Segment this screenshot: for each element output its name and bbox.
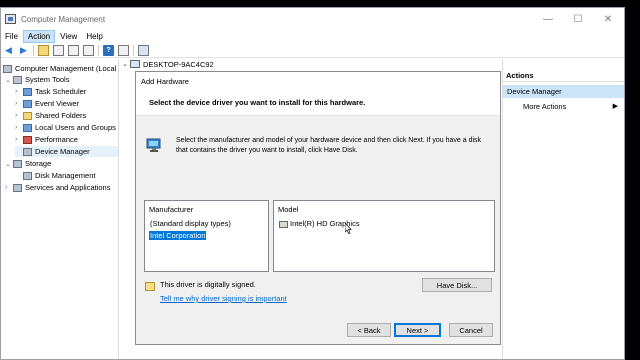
manufacturer-list[interactable]: Manufacturer (Standard display types) In… (144, 200, 269, 272)
menu-action[interactable]: Action (22, 29, 56, 43)
toolbar-separator (33, 45, 34, 56)
help-icon[interactable]: ? (103, 45, 114, 56)
actions-device-manager[interactable]: Device Manager (503, 85, 624, 98)
computer-icon (130, 60, 140, 68)
chevron-right-icon[interactable]: › (15, 136, 23, 143)
show-hide-tree-icon[interactable] (68, 45, 79, 56)
computer-management-icon (5, 14, 16, 24)
device-tree-root[interactable]: ⌄ DESKTOP-9AC4C92 (120, 59, 502, 69)
chevron-down-icon[interactable]: ⌄ (5, 160, 13, 168)
tree-item-computer-management[interactable]: Computer Management (Local (3, 63, 116, 74)
back-arrow-icon[interactable]: ◀ (3, 45, 14, 56)
add-hardware-dialog: Add Hardware Select the device driver yo… (135, 71, 501, 345)
disk-management-icon (23, 171, 32, 180)
submenu-arrow-icon: ▶ (612, 103, 618, 110)
console-tree: Computer Management (Local ⌄ System Tool… (1, 59, 119, 359)
properties-icon[interactable] (53, 45, 64, 56)
tree-item-device-manager[interactable]: Device Manager (15, 146, 118, 157)
tree-item-label: Storage (25, 159, 52, 168)
system-tools-icon (13, 75, 22, 84)
shared-folders-icon (23, 111, 32, 120)
dialog-header: Select the device driver you want to ins… (136, 90, 500, 116)
chevron-right-icon[interactable]: › (15, 124, 23, 131)
task-scheduler-icon (23, 87, 32, 96)
cancel-button[interactable]: Cancel (449, 323, 493, 337)
toolbar: ◀ ▶ ? (1, 44, 624, 58)
export-icon[interactable] (83, 45, 94, 56)
chevron-right-icon[interactable]: › (15, 100, 23, 107)
tree-item-disk-management[interactable]: Disk Management (15, 170, 95, 181)
dialog-heading: Select the device driver you want to ins… (149, 98, 366, 107)
next-button[interactable]: Next > (394, 323, 441, 337)
tree-item-label: Shared Folders (35, 111, 87, 120)
toolbar-separator (98, 45, 99, 56)
event-viewer-icon (23, 99, 32, 108)
list-item[interactable]: (Standard display types) (149, 219, 232, 228)
tree-item-local-users-groups[interactable]: › Local Users and Groups (15, 122, 116, 133)
performance-icon (23, 135, 32, 144)
tree-item-event-viewer[interactable]: › Event Viewer (15, 98, 79, 109)
tree-item-label: System Tools (25, 75, 70, 84)
driver-signing-link[interactable]: Tell me why driver signing is important (160, 294, 287, 303)
instructions-text: Select the manufacturer and model of you… (176, 137, 482, 154)
back-button[interactable]: < Back (347, 323, 391, 337)
hardware-monitor-icon (146, 138, 161, 152)
forward-arrow-icon[interactable]: ▶ (18, 45, 29, 56)
tree-item-task-scheduler[interactable]: › Task Scheduler (15, 86, 86, 97)
maximize-button[interactable]: ☐ (563, 8, 593, 30)
computer-management-icon (3, 64, 12, 73)
menu-view[interactable]: View (56, 31, 81, 42)
chevron-right-icon[interactable]: › (5, 184, 13, 191)
signed-status-text: This driver is digitally signed. (160, 280, 256, 289)
tree-item-label: Performance (35, 135, 78, 144)
chevron-down-icon[interactable]: ⌄ (5, 76, 13, 84)
device-manager-icon (23, 147, 32, 156)
tree-item-label: Task Scheduler (35, 87, 87, 96)
users-icon (23, 123, 32, 132)
title-bar[interactable]: Computer Management — ☐ ✕ (1, 8, 624, 30)
tree-item-system-tools[interactable]: ⌄ System Tools (5, 74, 69, 85)
actions-pane: Actions Device Manager More Actions ▶ (502, 59, 624, 359)
tree-item-storage[interactable]: ⌄ Storage (5, 158, 51, 169)
tree-item-shared-folders[interactable]: › Shared Folders (15, 110, 86, 121)
chevron-right-icon[interactable]: › (15, 112, 23, 119)
manufacturer-header: Manufacturer (149, 205, 194, 214)
dialog-title[interactable]: Add Hardware (136, 72, 500, 90)
services-icon (13, 183, 22, 192)
minimize-button[interactable]: — (533, 8, 563, 30)
toolbar-separator (133, 45, 134, 56)
menu-file[interactable]: File (1, 31, 22, 42)
display-adapter-icon (279, 220, 288, 228)
mouse-cursor-icon (345, 223, 352, 234)
actions-header: Actions (503, 70, 624, 82)
close-button[interactable]: ✕ (593, 8, 623, 30)
list-item-selected[interactable]: Intel Corporation (149, 231, 207, 240)
chevron-right-icon[interactable]: › (15, 88, 23, 95)
tree-item-label: Local Users and Groups (35, 123, 116, 132)
console-icon[interactable] (118, 45, 129, 56)
model-list[interactable]: Model Intel(R) HD Graphics (273, 200, 495, 272)
tree-item-label: Computer Management (Local (15, 64, 117, 73)
storage-icon (13, 159, 22, 168)
tree-item-label: Services and Applications (25, 183, 111, 192)
chevron-down-icon[interactable]: ⌄ (120, 60, 130, 68)
more-actions-item[interactable]: More Actions (523, 102, 566, 111)
menu-help[interactable]: Help (82, 31, 106, 42)
tree-item-label: Device Manager (35, 147, 90, 156)
model-header: Model (278, 205, 299, 214)
up-folder-icon[interactable] (38, 45, 49, 56)
window-title: Computer Management (21, 14, 106, 24)
computer-name: DESKTOP-9AC4C92 (143, 59, 214, 69)
menu-bar: File Action View Help (1, 29, 624, 43)
tree-item-label: Disk Management (35, 171, 96, 180)
have-disk-button[interactable]: Have Disk... (422, 278, 492, 292)
computer-icon[interactable] (138, 45, 149, 56)
tree-item-label: Event Viewer (35, 99, 80, 108)
tree-item-services-applications[interactable]: › Services and Applications (5, 182, 110, 193)
tree-item-performance[interactable]: › Performance (15, 134, 78, 145)
certificate-icon (145, 282, 155, 291)
